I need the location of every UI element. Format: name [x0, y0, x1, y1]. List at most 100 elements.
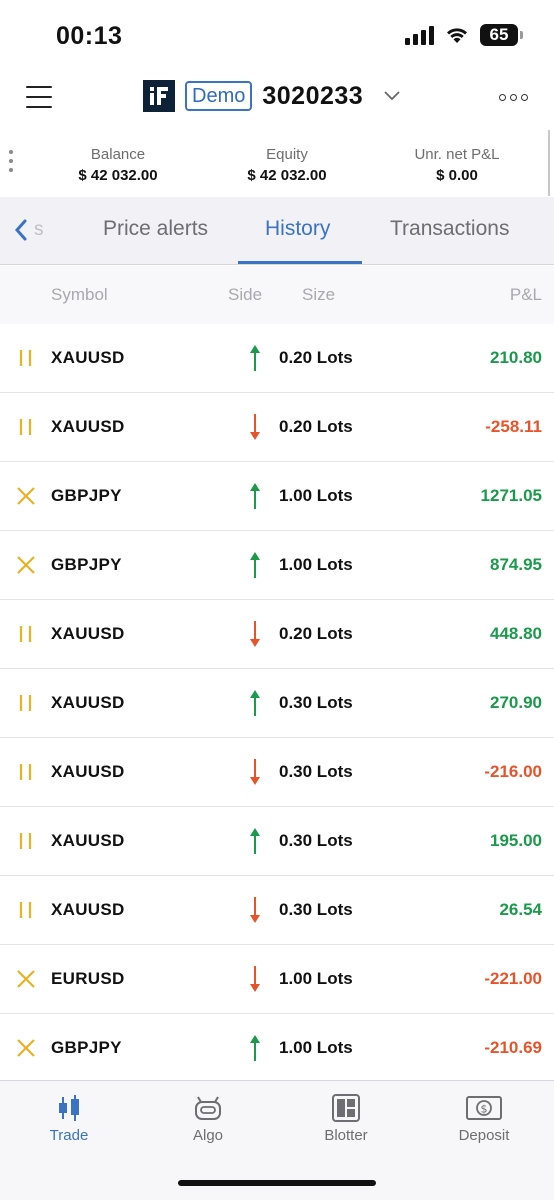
- row-pnl: 26.54: [499, 900, 542, 919]
- account-id: 3020233: [262, 81, 364, 110]
- row-symbol: XAUUSD: [51, 762, 125, 781]
- pause-icon: [19, 626, 32, 642]
- row-pnl: 1271.05: [480, 486, 542, 505]
- candlestick-icon: [59, 1095, 79, 1121]
- brand-logo-icon: [143, 80, 175, 112]
- row-symbol: XAUUSD: [51, 624, 125, 643]
- row-symbol: GBPJPY: [51, 1038, 122, 1057]
- pause-icon: [19, 833, 32, 849]
- table-row[interactable]: XAUUSD 0.30 Lots 270.90: [0, 669, 554, 738]
- more-options-icon[interactable]: [499, 94, 528, 101]
- app-header: Demo 3020233: [0, 72, 554, 126]
- history-list: XAUUSD 0.20 Lots 210.80 XAUUSD 0.20 Lots -258…: [0, 324, 554, 1083]
- summary-label: Unr. net P&L: [414, 146, 500, 163]
- arrow-up-icon: [250, 552, 260, 578]
- arrow-down-icon: [250, 759, 260, 785]
- row-pnl: 210.80: [490, 348, 542, 367]
- close-icon: [17, 970, 35, 988]
- battery-icon: 65: [480, 24, 523, 46]
- table-row[interactable]: EURUSD 1.00 Lots -221.00: [0, 945, 554, 1014]
- table-row[interactable]: XAUUSD 0.20 Lots 210.80: [0, 324, 554, 393]
- table-row[interactable]: XAUUSD 0.20 Lots -258.11: [0, 393, 554, 462]
- row-size: 0.20 Lots: [279, 348, 353, 367]
- column-pnl: P&L: [509, 285, 542, 304]
- summary-value: $ 0.00: [436, 167, 478, 184]
- table-row[interactable]: GBPJPY 1.00 Lots 874.95: [0, 531, 554, 600]
- row-size: 0.20 Lots: [279, 417, 353, 436]
- row-pnl: 874.95: [490, 555, 542, 574]
- table-row[interactable]: XAUUSD 0.20 Lots 448.80: [0, 600, 554, 669]
- column-symbol: Symbol: [51, 285, 108, 304]
- home-indicator: [178, 1180, 376, 1186]
- row-size: 1.00 Lots: [279, 1038, 353, 1057]
- nav-label: Blotter: [324, 1127, 368, 1144]
- pause-icon: [19, 764, 32, 780]
- row-pnl: -258.11: [485, 417, 542, 436]
- deposit-icon: $: [466, 1096, 502, 1120]
- chevron-down-icon[interactable]: [383, 90, 401, 102]
- cellular-signal-icon: [405, 25, 434, 45]
- status-icons: 65: [405, 24, 523, 46]
- close-icon: [17, 1039, 35, 1057]
- nav-label: Deposit: [458, 1127, 510, 1144]
- table-row[interactable]: GBPJPY 1.00 Lots 1271.05: [0, 462, 554, 531]
- row-size: 0.30 Lots: [279, 900, 353, 919]
- summary-value: $ 42 032.00: [78, 167, 158, 184]
- row-pnl: -216.00: [484, 762, 542, 781]
- close-icon: [17, 487, 35, 505]
- chevron-left-icon[interactable]: [14, 219, 28, 241]
- column-size: Size: [302, 285, 336, 304]
- summary-label: Balance: [90, 146, 146, 163]
- blotter-icon: [332, 1094, 360, 1122]
- summary-label: Equity: [266, 146, 308, 163]
- tab-scroll-back[interactable]: s: [14, 219, 44, 241]
- row-size: 0.30 Lots: [279, 831, 353, 850]
- row-symbol: EURUSD: [51, 969, 125, 988]
- row-pnl: 270.90: [490, 693, 542, 712]
- summary-unrealized-pnl: Unr. net P&L $ 0.00: [402, 146, 512, 184]
- row-size: 1.00 Lots: [279, 969, 353, 988]
- arrow-up-icon: [250, 345, 260, 371]
- row-size: 1.00 Lots: [279, 555, 353, 574]
- tab-partial-label: s: [34, 219, 44, 240]
- row-size: 1.00 Lots: [279, 486, 353, 505]
- row-symbol: XAUUSD: [51, 348, 125, 367]
- row-pnl: 448.80: [490, 624, 542, 643]
- summary-drag-handle-icon[interactable]: [9, 150, 13, 172]
- demo-badge: Demo: [185, 81, 253, 111]
- pause-icon: [19, 419, 32, 435]
- arrow-up-icon: [250, 1035, 260, 1061]
- nav-label: Trade: [49, 1127, 89, 1144]
- table-row[interactable]: XAUUSD 0.30 Lots 195.00: [0, 807, 554, 876]
- table-row[interactable]: XAUUSD 0.30 Lots -216.00: [0, 738, 554, 807]
- summary-value: $ 42 032.00: [247, 167, 327, 184]
- row-size: 0.20 Lots: [279, 624, 353, 643]
- pause-icon: [19, 902, 32, 918]
- table-row[interactable]: GBPJPY 1.00 Lots -210.69: [0, 1014, 554, 1083]
- row-symbol: XAUUSD: [51, 693, 125, 712]
- row-pnl: 195.00: [490, 831, 542, 850]
- status-time: 00:13: [56, 22, 123, 50]
- row-size: 0.30 Lots: [279, 762, 353, 781]
- summary-balance: Balance $ 42 032.00: [68, 146, 168, 184]
- tab-price-alerts[interactable]: Price alerts: [103, 217, 208, 241]
- row-symbol: GBPJPY: [51, 555, 122, 574]
- nav-deposit[interactable]: $ Deposit: [434, 1093, 534, 1144]
- pause-icon: [19, 350, 32, 366]
- tab-transactions[interactable]: Transactions: [390, 217, 509, 241]
- table-row[interactable]: XAUUSD 0.30 Lots 26.54: [0, 876, 554, 945]
- tab-history[interactable]: History: [265, 217, 330, 241]
- nav-algo[interactable]: Algo: [158, 1093, 258, 1144]
- hamburger-menu-icon[interactable]: [26, 86, 52, 108]
- nav-trade[interactable]: Trade: [19, 1093, 119, 1144]
- row-symbol: XAUUSD: [51, 900, 125, 919]
- arrow-down-icon: [250, 414, 260, 440]
- account-selector[interactable]: Demo 3020233: [143, 80, 401, 112]
- account-summary: Balance $ 42 032.00 Equity $ 42 032.00 U…: [0, 130, 554, 196]
- row-symbol: XAUUSD: [51, 417, 125, 436]
- row-pnl: -210.69: [484, 1038, 542, 1057]
- pause-icon: [19, 695, 32, 711]
- summary-equity: Equity $ 42 032.00: [237, 146, 337, 184]
- close-icon: [17, 556, 35, 574]
- nav-blotter[interactable]: Blotter: [296, 1093, 396, 1144]
